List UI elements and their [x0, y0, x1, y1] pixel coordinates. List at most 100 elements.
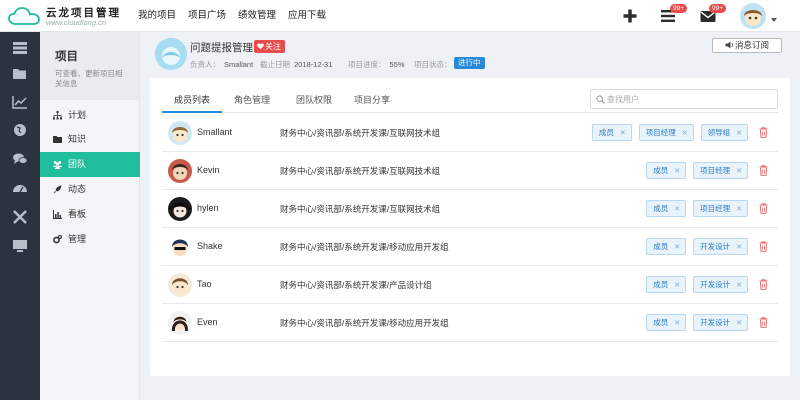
search-input[interactable]: [607, 93, 772, 106]
deadline-label: 截止日期: [260, 60, 290, 69]
remove-role-icon[interactable]: ✕: [736, 130, 742, 137]
delete-member-icon[interactable]: [759, 317, 768, 328]
plus-icon[interactable]: [620, 6, 640, 26]
top-nav: 我的项目 项目广场 绩效管理 应用下载: [138, 0, 338, 32]
gears-icon: [53, 235, 62, 244]
member-avatar: [168, 159, 192, 183]
member-name: Kevin: [197, 165, 220, 175]
tab-permissions[interactable]: 团队权限: [292, 88, 336, 113]
remove-role-icon[interactable]: ✕: [736, 206, 742, 213]
remove-role-icon[interactable]: ✕: [674, 206, 680, 213]
sidebar-item-team[interactable]: 团队: [40, 152, 140, 177]
sidebar-item-manage[interactable]: 管理: [40, 227, 140, 252]
sidebar-item-label: 计划: [68, 110, 87, 120]
remove-role-icon[interactable]: ✕: [736, 244, 742, 251]
line-chart-icon[interactable]: [12, 95, 28, 109]
project-title: 问题提报管理: [190, 42, 253, 54]
nav-app-download[interactable]: 应用下载: [288, 0, 326, 32]
role-tags: 成员 ✕ 开发设计 ✕: [639, 314, 748, 331]
tab-members[interactable]: 成员列表: [162, 88, 222, 113]
dashboard-icon[interactable]: [12, 41, 28, 55]
delete-member-icon[interactable]: [759, 127, 768, 138]
avatar-illustration-icon: [168, 235, 192, 259]
remove-role-icon[interactable]: ✕: [620, 130, 626, 137]
progress-meta: 项目进度： 55%: [348, 59, 405, 70]
member-name: hylen: [197, 203, 219, 213]
side-menu: 项目 可查看、更新项目相关信息 计划 知识 团队 动态 看板 管理: [40, 32, 140, 400]
delete-member-icon[interactable]: [759, 203, 768, 214]
member-dept: 财务中心/资讯部/系统开发课/互联网技术组: [280, 204, 441, 214]
tab-roles[interactable]: 角色管理: [230, 88, 274, 113]
role-tag-label: 项目经理: [645, 128, 676, 137]
search-box: [590, 89, 778, 109]
member-row: Even 财务中心/资讯部/系统开发课/移动应用开发组 成员 ✕ 开发设计 ✕: [162, 304, 778, 342]
delete-member-icon[interactable]: [759, 279, 768, 290]
follow-button[interactable]: 关注: [254, 40, 285, 53]
role-tag: 项目经理 ✕: [693, 162, 748, 179]
comments-icon[interactable]: [12, 152, 28, 166]
user-avatar[interactable]: [740, 3, 766, 29]
avatar-illustration-icon: [740, 3, 766, 29]
sidebar-item-activity[interactable]: 动态: [40, 177, 140, 202]
deadline-value: 2018-12-31: [294, 60, 333, 69]
progress-label: 项目进度：: [348, 60, 386, 69]
remove-role-icon[interactable]: ✕: [736, 320, 742, 327]
remove-role-icon[interactable]: ✕: [674, 282, 680, 289]
remove-role-icon[interactable]: ✕: [674, 168, 680, 175]
member-row: Kevin 财务中心/资讯部/系统开发课/互联网技术组 成员 ✕ 项目经理 ✕: [162, 152, 778, 190]
remove-role-icon[interactable]: ✕: [736, 168, 742, 175]
mail-badge: 99+: [709, 4, 727, 13]
member-avatar: [168, 197, 192, 221]
nav-project-square[interactable]: 项目广场: [188, 0, 226, 32]
sidebar-item-label: 看板: [68, 209, 87, 219]
remove-role-icon[interactable]: ✕: [674, 320, 680, 327]
role-tag: 开发设计 ✕: [693, 238, 748, 255]
nav-my-projects[interactable]: 我的项目: [138, 0, 176, 32]
top-bar: 云龙项目管理 www.cloudlong.cn 我的项目 项目广场 绩效管理 应…: [0, 0, 800, 32]
project-avatar: [155, 38, 187, 70]
side-menu-desc: 可查看、更新项目相关信息: [55, 69, 123, 88]
role-tag-label: 项目经理: [700, 204, 731, 213]
deadline-meta: 截止日期 2018-12-31: [260, 59, 332, 70]
folder-open-icon[interactable]: [12, 67, 28, 81]
sidebar-item-label: 动态: [68, 184, 87, 194]
remove-role-icon[interactable]: ✕: [682, 130, 688, 137]
remove-role-icon[interactable]: ✕: [736, 282, 742, 289]
monitor-icon[interactable]: [12, 239, 28, 253]
member-row: Tao 财务中心/资讯部/系统开发课/产品设计组 成员 ✕ 开发设计 ✕: [162, 266, 778, 304]
role-tags: 成员 ✕ 项目经理 ✕: [639, 162, 748, 179]
member-dept: 财务中心/资讯部/系统开发课/互联网技术组: [280, 166, 441, 176]
user-menu-caret-icon[interactable]: [771, 18, 777, 22]
role-tag-label: 成员: [598, 128, 614, 137]
delete-member-icon[interactable]: [759, 165, 768, 176]
delete-member-icon[interactable]: [759, 241, 768, 252]
brand-logo[interactable]: 云龙项目管理 www.cloudlong.cn: [8, 4, 138, 28]
subscribe-label: 消息订阅: [734, 40, 769, 50]
avatar-illustration-icon: [168, 311, 192, 335]
owner-value: Smallant: [224, 60, 254, 69]
gauge-icon[interactable]: [12, 181, 28, 195]
status-badge: 进行中: [454, 57, 485, 69]
tab-share[interactable]: 项目分享: [350, 88, 394, 113]
sidebar-item-knowledge[interactable]: 知识: [40, 127, 140, 152]
status-label: 项目状态：: [414, 60, 452, 69]
role-tags: 成员 ✕ 开发设计 ✕: [639, 276, 748, 293]
role-tag: 成员 ✕: [646, 276, 687, 293]
subscribe-button[interactable]: 消息订阅: [712, 38, 782, 53]
sidebar-item-label: 管理: [68, 234, 87, 244]
sidebar-item-board[interactable]: 看板: [40, 202, 140, 227]
status-meta: 项目状态：: [414, 59, 452, 70]
remove-role-icon[interactable]: ✕: [674, 244, 680, 251]
member-row: Shake 财务中心/资讯部/系统开发课/移动应用开发组 成员 ✕ 开发设计 ✕: [162, 228, 778, 266]
role-tag: 开发设计 ✕: [693, 276, 748, 293]
member-avatar: [168, 235, 192, 259]
sidebar-item-label: 团队: [68, 159, 87, 169]
nav-performance[interactable]: 绩效管理: [238, 0, 276, 32]
member-dept: 财务中心/资讯部/系统开发课/产品设计组: [280, 280, 432, 290]
owner-label: 负责人：: [190, 60, 220, 69]
role-tag: 成员 ✕: [646, 200, 687, 217]
globe-icon[interactable]: [12, 123, 28, 137]
sidebar-item-plan[interactable]: 计划: [40, 103, 140, 128]
task-badge: 99+: [670, 4, 688, 13]
crossed-tools-icon[interactable]: [12, 210, 28, 224]
